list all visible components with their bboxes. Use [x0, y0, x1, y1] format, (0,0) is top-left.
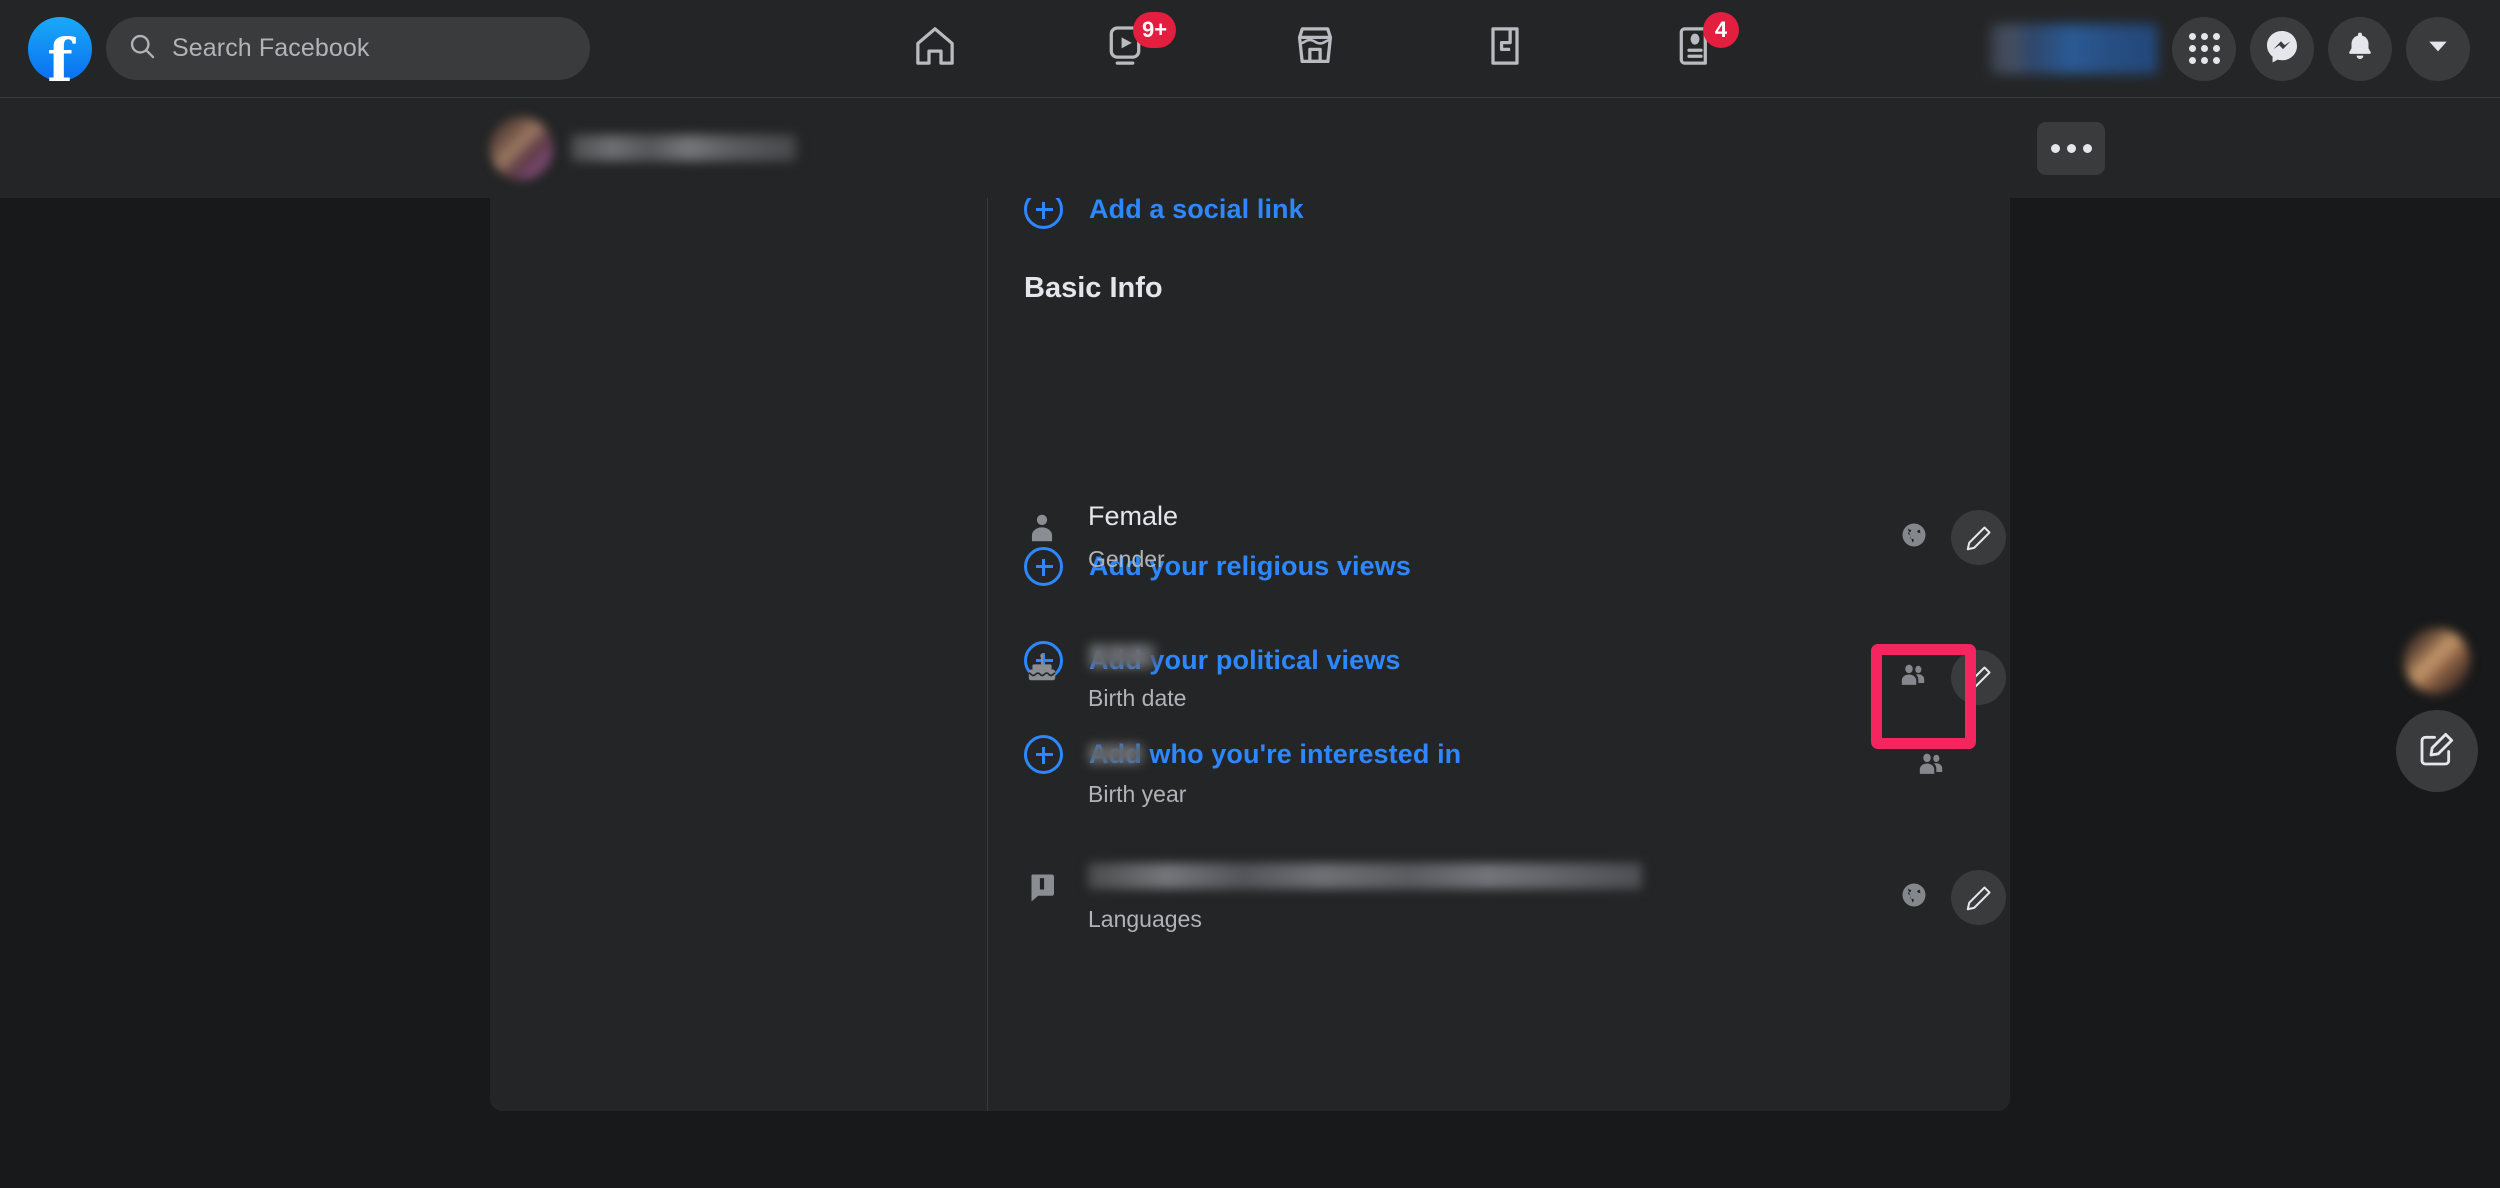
messenger-icon [2264, 28, 2300, 69]
languages-actions [1899, 870, 2010, 925]
plus-circle-icon [1024, 198, 1063, 229]
birthday-cake-icon [1024, 650, 1060, 686]
person-icon [1024, 510, 1060, 546]
video-badge: 9+ [1133, 12, 1177, 48]
more-options-button[interactable] [2037, 121, 2105, 175]
nav-tab-home[interactable] [840, 0, 1030, 97]
account-button[interactable] [2406, 16, 2470, 81]
compose-icon [2417, 729, 2457, 774]
chat-contact-avatar[interactable] [2404, 628, 2470, 694]
home-icon [911, 22, 959, 75]
search-input[interactable]: Search Facebook [106, 17, 590, 80]
notifications-button[interactable] [2328, 16, 2392, 81]
info-row-birth-year: Birth year [988, 736, 2010, 832]
info-row-birth-date: Birth date [988, 638, 2010, 734]
about-card: Add a social link Basic Info Add your re… [490, 198, 2010, 1111]
profile-sub-navigation-bar [0, 97, 2500, 198]
languages-value [1088, 863, 1642, 889]
friends-icon[interactable] [1915, 748, 1947, 785]
groups-icon [1481, 22, 1529, 75]
gender-value: Female [1088, 501, 1179, 531]
edit-gender-button[interactable] [1951, 510, 2006, 565]
info-row-gender: Female Gender [988, 498, 2010, 594]
top-navigation-bar: Search Facebook 9+ [0, 0, 2500, 97]
topbar-left-group: Search Facebook [0, 16, 640, 90]
public-globe-icon[interactable] [1899, 520, 1929, 555]
feeds-badge: 4 [1703, 12, 1739, 48]
topbar-nav-tabs: 9+ 4 [640, 0, 1990, 97]
edit-birth-date-button[interactable] [1951, 650, 2006, 705]
marketplace-icon [1291, 22, 1339, 75]
topbar-actions [1990, 16, 2500, 81]
add-social-link-row[interactable]: Add a social link [1024, 198, 1304, 232]
gender-actions [1899, 510, 2010, 565]
birth-year-actions [1915, 748, 2010, 785]
languages-label: Languages [1088, 906, 1202, 932]
profile-name-pill[interactable] [1990, 23, 2158, 74]
section-title-basic-info: Basic Info [1024, 272, 1163, 304]
gender-label: Gender [1088, 545, 1165, 572]
chevron-down-icon [2425, 33, 2451, 64]
bell-icon [2343, 29, 2377, 68]
search-icon [128, 32, 156, 65]
ellipsis-icon [2050, 143, 2092, 153]
add-social-link-label: Add a social link [1089, 198, 1304, 224]
messenger-button[interactable] [2250, 16, 2314, 81]
compose-message-button[interactable] [2396, 710, 2478, 792]
facebook-logo[interactable] [28, 16, 92, 90]
birth-date-body: Birth date [1088, 638, 1897, 712]
birth-date-label: Birth date [1088, 685, 1187, 711]
nav-tab-feeds[interactable]: 4 [1600, 0, 1790, 97]
nav-tab-groups[interactable] [1410, 0, 1600, 97]
public-globe-icon[interactable] [1899, 880, 1929, 915]
birth-date-value [1088, 644, 1156, 668]
nav-tab-marketplace[interactable] [1220, 0, 1410, 97]
profile-name [571, 135, 796, 161]
nav-tab-video[interactable]: 9+ [1030, 0, 1220, 97]
birth-year-value [1088, 744, 1144, 764]
search-placeholder: Search Facebook [172, 34, 370, 62]
about-left-column [490, 198, 987, 1111]
grid-menu-icon [2188, 33, 2220, 64]
speech-bubble-icon [1024, 870, 1060, 906]
edit-languages-button[interactable] [1951, 870, 2006, 925]
info-row-languages: Languages [988, 858, 2010, 954]
profile-identity[interactable] [490, 116, 796, 180]
avatar[interactable] [490, 116, 553, 180]
gender-body: Female Gender [1088, 498, 1899, 573]
birth-year-body: Birth year [1088, 736, 1915, 808]
page-body: Add a social link Basic Info Add your re… [0, 198, 2500, 1188]
birth-date-actions [1897, 650, 2010, 705]
friends-icon[interactable] [1897, 659, 1929, 696]
menu-button[interactable] [2172, 16, 2236, 81]
birth-year-label: Birth year [1088, 781, 1187, 807]
languages-body: Languages [1088, 858, 1899, 933]
